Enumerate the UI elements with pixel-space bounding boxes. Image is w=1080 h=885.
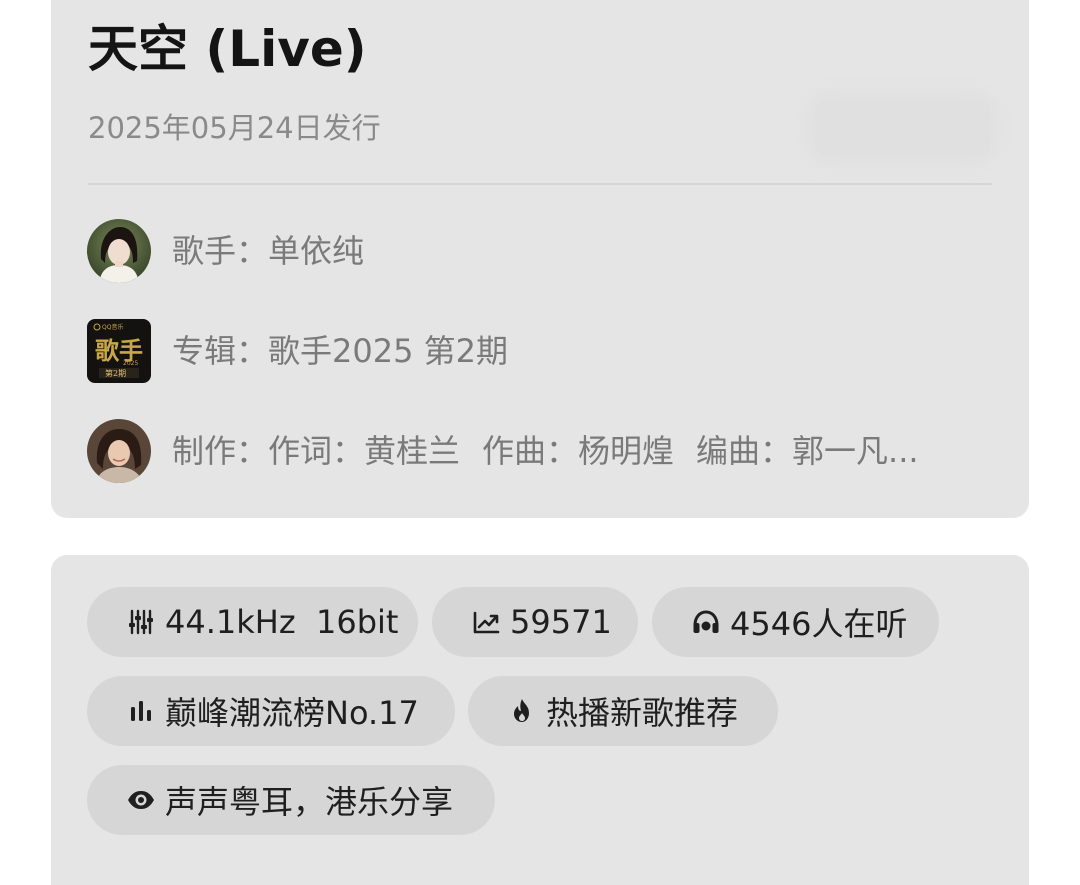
trending-up-icon [472,608,500,636]
album-row[interactable]: QQ音乐 歌手 2025 第2期 专辑：歌手2025 第2期 [87,319,508,383]
album-label: 专辑： [172,332,269,370]
producer-avatar[interactable] [87,419,151,483]
equalizer-icon [127,608,155,636]
chart-rank-label: 巅峰潮流榜No.17 [165,694,419,732]
hot-songs-label: 热播新歌推荐 [546,694,739,732]
singer-avatar[interactable] [87,219,151,283]
album-cover-year: 2025 [123,360,138,367]
blurred-badge [815,100,990,156]
composer-credit[interactable]: 作曲：杨明煌 [482,432,674,470]
album-cover[interactable]: QQ音乐 歌手 2025 第2期 [87,319,151,383]
divider [88,183,992,185]
playlist-label: 声声粤耳，港乐分享 [165,783,454,821]
album-cover-brand: QQ音乐 [102,323,123,331]
eye-icon [127,786,155,814]
album-name[interactable]: 歌手2025 第2期 [268,332,508,370]
singer-label: 歌手： [172,232,269,270]
playlist-tag[interactable]: 声声粤耳，港乐分享 [87,765,495,835]
play-count-label: 59571 [510,603,612,641]
listeners-label: 4546人在听 [730,605,908,643]
play-count-tag[interactable]: 59571 [432,587,638,657]
singer-name[interactable]: 单依纯 [268,232,364,270]
lyricist-credit[interactable]: 作词：黄桂兰 [268,432,460,470]
arranger-credit[interactable]: 编曲：郭一凡... [696,432,919,470]
album-cover-issue: 第2期 [105,368,126,378]
production-label: 制作： [172,432,269,470]
audio-quality-label: 44.1kHz 16bit [165,603,399,641]
production-row[interactable]: 制作：作词：黄桂兰 作曲：杨明煌 编曲：郭一凡... [87,419,919,483]
release-date: 2025年05月24日发行 [88,111,381,145]
song-title: 天空 (Live) [88,20,367,78]
chart-rank-tag[interactable]: 巅峰潮流榜No.17 [87,676,455,746]
headphones-icon [692,608,720,636]
hot-songs-tag[interactable]: 热播新歌推荐 [468,676,778,746]
audio-quality-tag[interactable]: 44.1kHz 16bit [87,587,418,657]
chart-bars-icon [127,697,155,725]
listeners-tag[interactable]: 4546人在听 [652,587,939,657]
singer-row[interactable]: 歌手：单依纯 [87,219,364,283]
fire-icon [508,697,536,725]
